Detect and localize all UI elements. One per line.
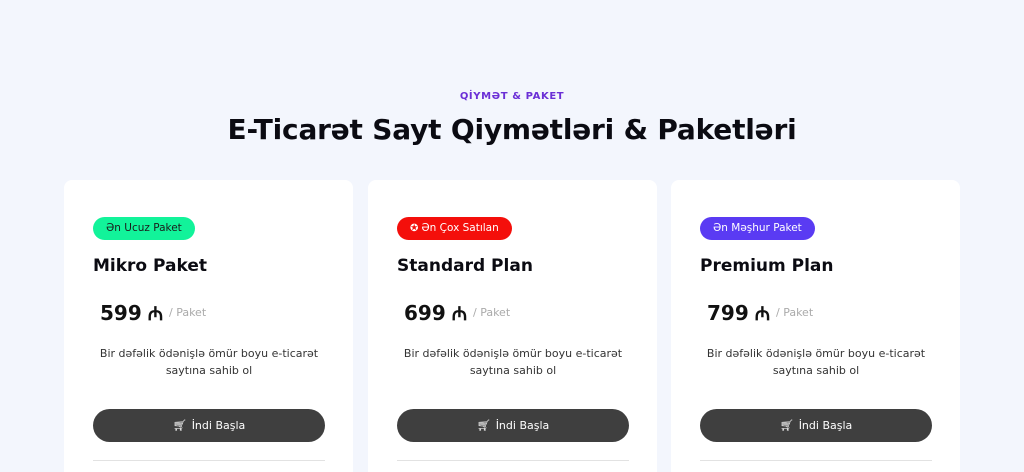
currency-symbol: ₼	[754, 303, 771, 325]
price-amount: 799	[707, 301, 749, 325]
badge-label: Ən Məşhur Paket	[713, 222, 802, 234]
pricing-card-mikro: Ən Ucuz Paket Mikro Paket 599 ₼ / Paket B…	[64, 180, 353, 472]
medal-icon: ✪	[410, 223, 419, 234]
button-label: İndi Başla	[495, 419, 550, 432]
cart-icon: 🛒︎	[476, 419, 491, 432]
start-now-button[interactable]: 🛒︎ İndi Başla	[93, 409, 325, 442]
plan-name: Standard Plan	[397, 256, 533, 276]
cart-icon: 🛒︎	[172, 419, 187, 432]
price-period: / Paket	[169, 306, 207, 319]
plan-badge: ✪ Ən Çox Satılan	[397, 217, 512, 240]
card-divider	[397, 460, 629, 461]
card-divider	[700, 460, 932, 461]
start-now-button[interactable]: 🛒︎ İndi Başla	[700, 409, 932, 442]
pricing-card-standard: ✪ Ən Çox Satılan Standard Plan 699 ₼ / Pak…	[368, 180, 657, 472]
plan-description: Bir dəfəlik ödənişlə ömür boyu e-ticarət…	[706, 347, 926, 377]
plan-badge: Ən Məşhur Paket	[700, 217, 815, 240]
currency-symbol: ₼	[451, 303, 468, 325]
button-label: İndi Başla	[798, 419, 853, 432]
pricing-card-premium: Ən Məşhur Paket Premium Plan 799 ₼ / Pake…	[671, 180, 960, 472]
badge-label: Ən Ucuz Paket	[106, 222, 182, 234]
button-label: İndi Başla	[191, 419, 246, 432]
price-period: / Paket	[473, 306, 511, 319]
start-now-button[interactable]: 🛒︎ İndi Başla	[397, 409, 629, 442]
card-divider	[93, 460, 325, 461]
plan-price: 699 ₼	[404, 300, 467, 326]
plan-name: Premium Plan	[700, 256, 834, 276]
plan-description: Bir dəfəlik ödənişlə ömür boyu e-ticarət…	[99, 347, 319, 377]
cart-icon: 🛒︎	[779, 419, 794, 432]
plan-name: Mikro Paket	[93, 256, 208, 276]
plan-badge: Ən Ucuz Paket	[93, 217, 195, 240]
plan-price: 799 ₼	[707, 300, 770, 326]
currency-symbol: ₼	[147, 303, 164, 325]
plan-description: Bir dəfəlik ödənişlə ömür boyu e-ticarət…	[403, 347, 623, 377]
badge-label: Ən Çox Satılan	[421, 222, 499, 234]
section-title: E-Ticarət Sayt Qiymətləri & Paketləri	[227, 113, 797, 146]
price-amount: 599	[100, 301, 142, 325]
plan-price: 599 ₼	[100, 300, 163, 326]
price-period: / Paket	[776, 306, 814, 319]
section-eyebrow: QİYMƏT & PAKET	[459, 91, 565, 102]
price-amount: 699	[404, 301, 446, 325]
